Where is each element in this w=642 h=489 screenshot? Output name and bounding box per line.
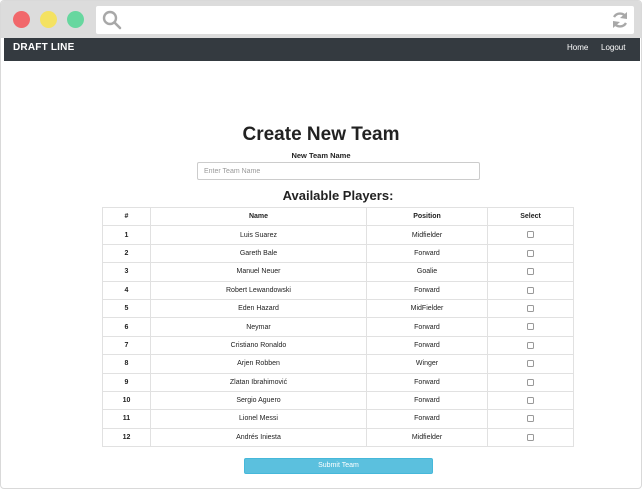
- player-position: MidFielder: [366, 298, 488, 319]
- player-number: 3: [102, 262, 151, 282]
- player-select-checkbox[interactable]: [527, 231, 534, 239]
- player-number: 12: [102, 427, 151, 448]
- player-select-cell: [487, 354, 574, 374]
- maximize-window-button[interactable]: [67, 11, 84, 28]
- player-number: 11: [102, 409, 151, 429]
- column-header-select: Select: [487, 206, 574, 227]
- table-row: 7 Cristiano Ronaldo Forward: [102, 335, 574, 356]
- players-table-body: 1 Luis Suarez Midfielder 2 Gareth Bale Forwar…: [102, 225, 574, 448]
- player-select-checkbox[interactable]: [527, 249, 534, 257]
- player-select-cell: [487, 372, 574, 392]
- player-number: 9: [102, 372, 151, 392]
- table-row: 10 Sergio Aguero Forward: [102, 390, 574, 411]
- player-position: Forward: [366, 317, 488, 337]
- player-number: 4: [102, 280, 151, 300]
- player-number: 6: [102, 317, 151, 337]
- nav-logout-link[interactable]: Logout: [601, 43, 625, 52]
- table-row: 3 Manuel Neuer Goalie: [102, 262, 574, 282]
- available-players-heading: Available Players:: [282, 188, 394, 203]
- table-row: 5 Eden Hazard MidFielder: [102, 298, 574, 319]
- player-position: Forward: [366, 335, 488, 356]
- minimize-window-button[interactable]: [40, 11, 57, 28]
- player-select-checkbox[interactable]: [527, 341, 534, 349]
- player-number: 2: [102, 243, 151, 264]
- player-select-cell: [487, 280, 574, 300]
- table-row: 2 Gareth Bale Forward: [102, 243, 574, 264]
- player-name: Andrés Iniesta: [150, 427, 367, 448]
- address-bar[interactable]: [96, 6, 634, 34]
- submit-team-button[interactable]: Submit Team: [244, 458, 433, 474]
- column-header-name: Name: [150, 206, 367, 227]
- player-number: 1: [102, 225, 151, 245]
- player-select-cell: [487, 427, 574, 448]
- player-select-checkbox[interactable]: [527, 286, 534, 294]
- player-position: Forward: [366, 243, 488, 264]
- player-name: Gareth Bale: [150, 243, 367, 264]
- player-position: Midfielder: [366, 427, 488, 448]
- players-table: # Name Position Select 1 Luis Suarez Midfi…: [102, 206, 574, 448]
- player-name: Neymar: [150, 317, 367, 337]
- table-row: 11 Lionel Messi Forward: [102, 409, 574, 429]
- player-number: 7: [102, 335, 151, 356]
- player-position: Forward: [366, 372, 488, 392]
- table-row: 9 Zlatan Ibrahimović Forward: [102, 372, 574, 392]
- team-name-input[interactable]: [197, 162, 480, 180]
- player-select-checkbox[interactable]: [527, 378, 534, 386]
- player-name: Eden Hazard: [150, 298, 367, 319]
- player-select-cell: [487, 409, 574, 429]
- player-name: Cristiano Ronaldo: [150, 335, 367, 356]
- player-number: 8: [102, 354, 151, 374]
- player-name: Lionel Messi: [150, 409, 367, 429]
- column-header-number: #: [102, 206, 151, 227]
- player-select-cell: [487, 225, 574, 245]
- navbar: DRAFT LINE Home Logout: [4, 38, 640, 61]
- player-select-checkbox[interactable]: [527, 323, 534, 331]
- browser-toolbar: [1, 1, 641, 38]
- player-select-checkbox[interactable]: [527, 433, 534, 441]
- player-select-cell: [487, 298, 574, 319]
- player-position: Forward: [366, 280, 488, 300]
- player-position: Midfielder: [366, 225, 488, 245]
- player-position: Goalie: [366, 262, 488, 282]
- table-row: 8 Arjen Robben Winger: [102, 354, 574, 374]
- player-select-checkbox[interactable]: [527, 268, 534, 276]
- team-name-label: New Team Name: [291, 151, 351, 160]
- player-select-checkbox[interactable]: [527, 304, 534, 312]
- table-row: 6 Neymar Forward: [102, 317, 574, 337]
- player-select-cell: [487, 390, 574, 411]
- player-name: Zlatan Ibrahimović: [150, 372, 367, 392]
- nav-home-link[interactable]: Home: [567, 43, 588, 52]
- player-select-checkbox[interactable]: [527, 360, 534, 368]
- player-number: 5: [102, 298, 151, 319]
- player-position: Forward: [366, 409, 488, 429]
- player-select-cell: [487, 262, 574, 282]
- search-icon: [102, 10, 122, 30]
- page-title: Create New Team: [242, 124, 400, 145]
- player-select-cell: [487, 243, 574, 264]
- player-select-checkbox[interactable]: [527, 396, 534, 404]
- player-name: Manuel Neuer: [150, 262, 367, 282]
- player-position: Winger: [366, 354, 488, 374]
- player-select-cell: [487, 317, 574, 337]
- player-number: 10: [102, 390, 151, 411]
- close-window-button[interactable]: [13, 11, 30, 28]
- player-name: Arjen Robben: [150, 354, 367, 374]
- player-select-cell: [487, 335, 574, 356]
- player-name: Luis Suarez: [150, 225, 367, 245]
- player-select-checkbox[interactable]: [527, 415, 534, 423]
- brand-logo[interactable]: DRAFT LINE: [13, 42, 74, 53]
- table-header-row: # Name Position Select: [102, 206, 574, 227]
- player-position: Forward: [366, 390, 488, 411]
- column-header-position: Position: [366, 206, 488, 227]
- player-name: Robert Lewandowski: [150, 280, 367, 300]
- table-row: 1 Luis Suarez Midfielder: [102, 225, 574, 245]
- refresh-icon[interactable]: [610, 10, 630, 30]
- table-row: 4 Robert Lewandowski Forward: [102, 280, 574, 300]
- table-row: 12 Andrés Iniesta Midfielder: [102, 427, 574, 448]
- player-name: Sergio Aguero: [150, 390, 367, 411]
